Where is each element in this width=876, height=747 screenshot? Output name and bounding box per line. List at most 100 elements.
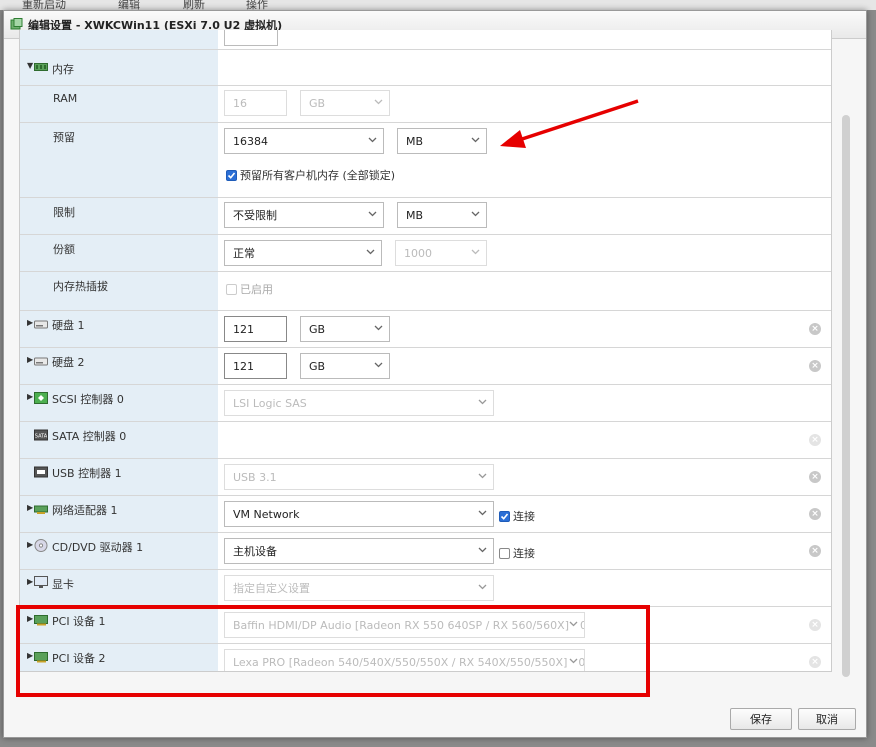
chevron-down-icon[interactable] — [471, 209, 480, 218]
sata-controller-icon: SATA — [34, 429, 48, 441]
network-select[interactable]: VM Network — [224, 501, 494, 527]
chevron-down-icon[interactable] — [471, 135, 480, 144]
shares-row: 份额 正常 1000 — [20, 235, 831, 272]
expand-triangle-icon[interactable]: ▶ — [27, 614, 33, 623]
network-connect-checkbox[interactable]: 连接 — [499, 508, 535, 524]
cd-dvd-icon — [34, 539, 48, 552]
hard-disk-2-unit-select[interactable]: GB — [300, 353, 390, 379]
chevron-down-icon — [569, 656, 578, 665]
chevron-down-icon[interactable] — [366, 247, 375, 256]
svg-text:SATA: SATA — [35, 434, 48, 440]
hard-disk-1-row[interactable]: ▶ 硬盘 1 121 GB × — [20, 311, 831, 348]
shares-number-input: 1000 — [395, 240, 487, 266]
pci-device-1-value: Baffin HDMI/DP Audio [Radeon RX 550 640S… — [233, 618, 585, 632]
scsi-controller-label: SCSI 控制器 0 — [52, 393, 124, 406]
pci-device-2-select: Lexa PRO [Radeon 540/540X/550/550X / RX … — [224, 649, 585, 671]
bg-refresh-label: 刷新 — [183, 0, 205, 10]
background-toolbar: 重新启动 编辑 刷新 操作 — [0, 0, 876, 10]
remove-icon[interactable]: × — [809, 471, 821, 483]
chevron-down-icon[interactable] — [368, 209, 377, 218]
chevron-down-icon[interactable] — [374, 323, 383, 332]
cd-dvd-connect-label: 连接 — [513, 547, 535, 560]
expand-triangle-icon[interactable]: ▶ — [27, 651, 33, 660]
scsi-controller-row[interactable]: ▶ SCSI 控制器 0 LSI Logic SAS — [20, 385, 831, 422]
pci-device-icon — [34, 614, 48, 626]
limit-input[interactable]: 不受限制 — [224, 202, 384, 228]
expand-triangle-icon[interactable]: ▶ — [27, 355, 33, 364]
remove-icon[interactable]: × — [809, 545, 821, 557]
hard-disk-1-size-input[interactable]: 121 — [224, 316, 287, 342]
expand-triangle-icon[interactable]: ▶ — [27, 540, 33, 549]
remove-icon[interactable]: × — [809, 323, 821, 335]
checkbox-unchecked-icon — [226, 283, 237, 295]
cd-dvd-value: 主机设备 — [233, 545, 277, 558]
video-settings-select: 指定自定义设置 — [224, 575, 494, 601]
pci-device-2-value: Lexa PRO [Radeon 540/540X/550/550X / RX … — [233, 655, 585, 669]
chevron-down-icon[interactable] — [368, 135, 377, 144]
chevron-down-icon[interactable] — [374, 360, 383, 369]
hotplug-label: 内存热插拔 — [53, 280, 108, 293]
reserve-all-checkbox[interactable]: 预留所有客户机内存 (全部锁定) — [226, 167, 395, 183]
reservation-value: 16384 — [233, 134, 268, 148]
limit-row: 限制 不受限制 MB — [20, 198, 831, 235]
ram-row: RAM 16 GB — [20, 86, 831, 123]
remove-icon[interactable]: × — [809, 434, 821, 446]
reservation-label: 预留 — [53, 131, 75, 144]
hard-disk-icon — [34, 355, 48, 367]
checkbox-checked-icon[interactable] — [499, 510, 510, 522]
expand-triangle-icon[interactable]: ▶ — [27, 577, 33, 586]
reservation-unit-select[interactable]: MB — [397, 128, 487, 154]
expand-triangle-icon[interactable]: ▶ — [27, 503, 33, 512]
network-value: VM Network — [233, 507, 300, 521]
vertical-scrollbar[interactable] — [842, 115, 850, 677]
limit-value: 不受限制 — [233, 209, 277, 222]
checkbox-unchecked-icon[interactable] — [499, 547, 510, 559]
cd-dvd-select[interactable]: 主机设备 — [224, 538, 494, 564]
reservation-unit-value: MB — [406, 134, 424, 148]
hotplug-option-label: 已启用 — [240, 283, 273, 296]
cd-dvd-connect-checkbox[interactable]: 连接 — [499, 545, 535, 561]
hard-disk-2-row[interactable]: ▶ 硬盘 2 121 GB × — [20, 348, 831, 385]
hard-disk-2-size-input[interactable]: 121 — [224, 353, 287, 379]
hard-disk-2-label: 硬盘 2 — [52, 356, 85, 369]
usb-icon — [34, 466, 48, 478]
remove-icon[interactable]: × — [809, 508, 821, 520]
pci-device-1-row[interactable]: ▶ PCI 设备 1 Baffin HDMI/DP Audio [Radeon … — [20, 607, 831, 644]
remove-icon[interactable]: × — [809, 360, 821, 372]
cancel-button[interactable]: 取消 — [798, 708, 856, 730]
checkbox-checked-icon[interactable] — [226, 169, 237, 181]
memory-section-header[interactable]: ▼ 内存 — [20, 50, 831, 86]
reservation-input[interactable]: 16384 — [224, 128, 384, 154]
scsi-type-value: LSI Logic SAS — [233, 396, 307, 410]
remove-icon[interactable]: × — [809, 619, 821, 631]
hard-disk-1-unit-select[interactable]: GB — [300, 316, 390, 342]
chevron-down-icon[interactable] — [478, 545, 487, 554]
network-adapter-row[interactable]: ▶ 网络适配器 1 VM Network 连接 × — [20, 496, 831, 533]
limit-label: 限制 — [53, 206, 75, 219]
shares-number-value: 1000 — [404, 246, 432, 260]
pci-device-1-label: PCI 设备 1 — [52, 615, 106, 628]
cd-dvd-row[interactable]: ▶ CD/DVD 驱动器 1 主机设备 连接 × — [20, 533, 831, 570]
video-card-row[interactable]: ▶ 显卡 指定自定义设置 — [20, 570, 831, 607]
expand-triangle-icon[interactable]: ▶ — [27, 392, 33, 401]
hotplug-row: 内存热插拔 已启用 — [20, 272, 831, 311]
video-settings-value: 指定自定义设置 — [233, 582, 310, 595]
network-adapter-icon — [34, 503, 48, 515]
pci-device-2-row[interactable]: ▶ PCI 设备 2 Lexa PRO [Radeon 540/540X/550… — [20, 644, 831, 671]
sata-controller-row: SATA SATA 控制器 0 × — [20, 422, 831, 459]
cut-off-field[interactable] — [224, 30, 278, 46]
pci-device-1-select: Baffin HDMI/DP Audio [Radeon RX 550 640S… — [224, 612, 585, 638]
video-card-label: 显卡 — [52, 578, 74, 591]
expand-triangle-icon[interactable]: ▶ — [27, 318, 33, 327]
save-button[interactable]: 保存 — [730, 708, 792, 730]
limit-unit-value: MB — [406, 208, 424, 222]
chevron-down-icon[interactable] — [478, 508, 487, 517]
shares-select[interactable]: 正常 — [224, 240, 382, 266]
scsi-controller-icon — [34, 392, 48, 404]
scsi-type-select: LSI Logic SAS — [224, 390, 494, 416]
settings-panel: ▼ 内存 RAM 16 GB 预留 16384 MB 预留所有客户机内存 (全部… — [19, 30, 832, 672]
hard-disk-2-unit-value: GB — [309, 359, 326, 373]
remove-icon[interactable]: × — [809, 656, 821, 668]
limit-unit-select[interactable]: MB — [397, 202, 487, 228]
collapse-triangle-icon[interactable]: ▼ — [27, 61, 33, 70]
